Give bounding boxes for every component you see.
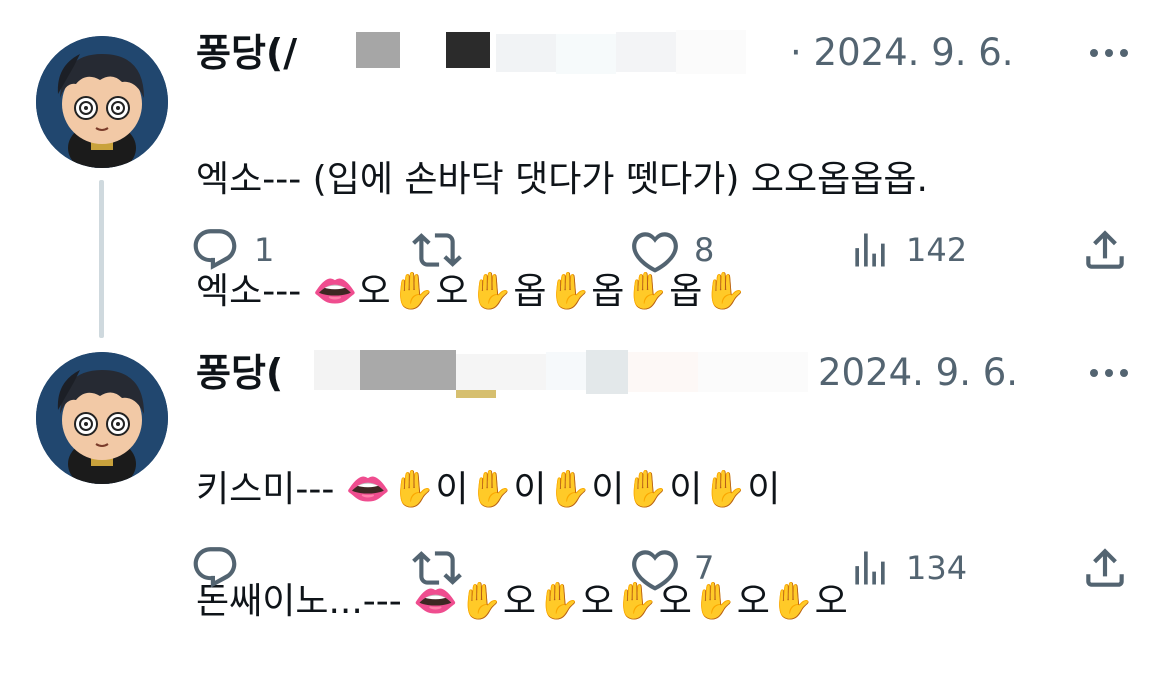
reply-button[interactable] bbox=[190, 540, 254, 596]
display-name[interactable]: 퐁당(/ bbox=[196, 28, 297, 78]
tweet-timestamp[interactable]: · 2024. 9. 6. bbox=[790, 28, 1014, 78]
views-button[interactable]: 142 bbox=[848, 222, 967, 278]
tweet[interactable]: 퐁당(/ · 2024. 9. 6. 엑소--- (입에 손바닥 댓다가 뗏다가… bbox=[0, 0, 1170, 338]
retweet-button[interactable] bbox=[412, 222, 476, 278]
tweet-header: 퐁당( 2024. 9. 6. bbox=[196, 348, 1170, 398]
views-count: 142 bbox=[906, 231, 968, 269]
views-icon bbox=[855, 551, 885, 585]
views-icon bbox=[855, 233, 885, 267]
heart-icon bbox=[632, 550, 678, 591]
redacted-handle-image bbox=[314, 350, 808, 398]
tweet-text-line: 키스미--- 👄✋이✋이✋이✋이✋이 bbox=[196, 469, 781, 510]
reply-button[interactable]: 1 bbox=[190, 222, 274, 278]
views-button[interactable]: 134 bbox=[848, 540, 967, 596]
retweet-icon bbox=[412, 551, 462, 585]
plush-doll-avatar-image bbox=[36, 352, 168, 484]
like-count: 7 bbox=[694, 549, 715, 587]
share-icon bbox=[1086, 548, 1124, 587]
more-options-button[interactable] bbox=[1086, 28, 1132, 78]
reply-count: 1 bbox=[254, 231, 275, 269]
reply-icon bbox=[193, 229, 237, 270]
views-count: 134 bbox=[906, 549, 968, 587]
tweet-actions: 7 134 bbox=[190, 540, 1140, 596]
retweet-icon bbox=[412, 233, 462, 267]
like-button[interactable]: 8 bbox=[630, 222, 714, 278]
share-icon bbox=[1086, 230, 1124, 269]
more-icon bbox=[1090, 49, 1128, 57]
redacted-handle-image bbox=[356, 30, 746, 74]
plush-doll-avatar-image bbox=[36, 36, 168, 168]
tweet[interactable]: 퐁당( 2024. 9. 6. 키스미--- 👄✋이✋이✋이✋이✋이 돈쌔이노.… bbox=[0, 318, 1170, 628]
like-button[interactable]: 7 bbox=[630, 540, 714, 596]
retweet-button[interactable] bbox=[412, 540, 476, 596]
tweet-actions: 1 8 142 bbox=[190, 222, 1140, 278]
tweet-text-line: 엑소--- (입에 손바닥 댓다가 뗏다가) 오오옵옵옵. bbox=[196, 159, 928, 200]
share-button[interactable] bbox=[1080, 222, 1130, 278]
thread-connector-line bbox=[99, 180, 104, 338]
like-count: 8 bbox=[694, 231, 715, 269]
avatar[interactable] bbox=[36, 36, 168, 168]
share-button[interactable] bbox=[1080, 540, 1130, 596]
more-options-button[interactable] bbox=[1086, 348, 1132, 398]
more-icon bbox=[1090, 369, 1128, 377]
heart-icon bbox=[632, 232, 678, 273]
display-name[interactable]: 퐁당( bbox=[196, 348, 283, 398]
reply-icon bbox=[193, 547, 237, 588]
tweet-header: 퐁당(/ · 2024. 9. 6. bbox=[196, 28, 1170, 78]
tweet-timestamp[interactable]: 2024. 9. 6. bbox=[818, 348, 1018, 398]
avatar[interactable] bbox=[36, 352, 168, 484]
